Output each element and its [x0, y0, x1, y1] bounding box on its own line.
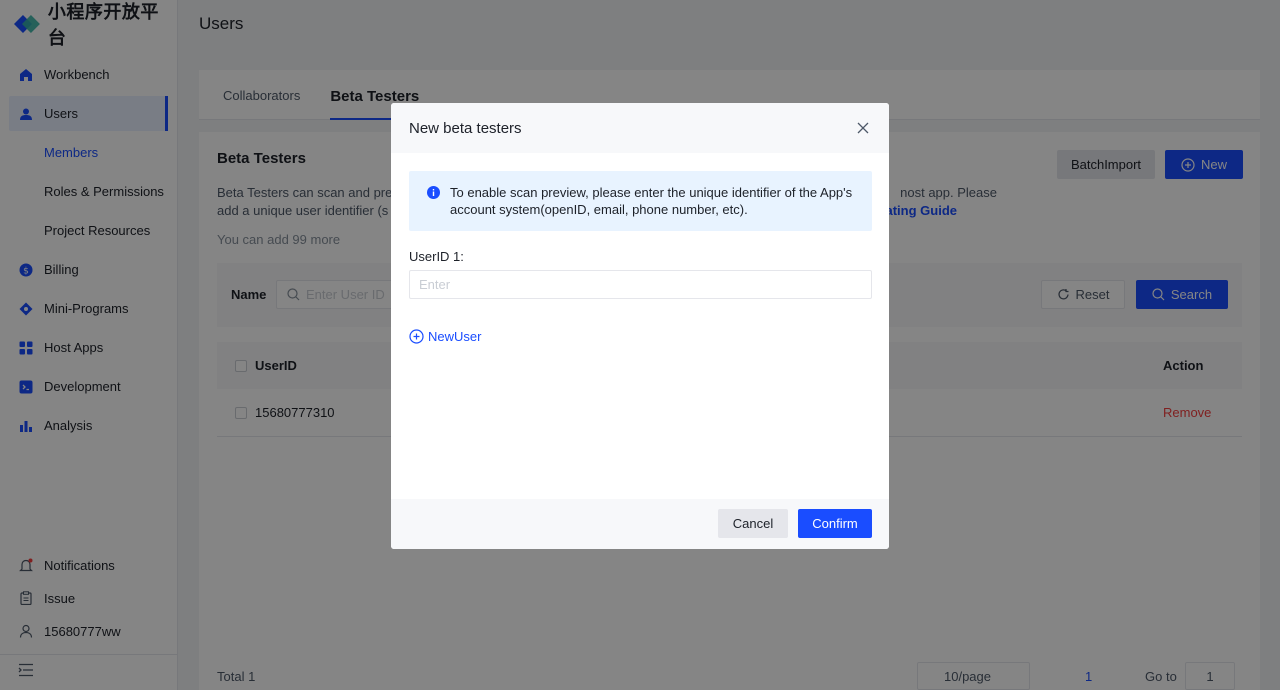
cancel-button[interactable]: Cancel [718, 509, 788, 538]
info-text: To enable scan preview, please enter the… [450, 185, 853, 217]
close-icon[interactable] [855, 120, 871, 136]
plus-circle-icon [409, 329, 424, 344]
dialog-footer: Cancel Confirm [391, 499, 889, 549]
userid-input[interactable] [409, 270, 872, 299]
info-alert: To enable scan preview, please enter the… [409, 171, 872, 231]
confirm-button[interactable]: Confirm [798, 509, 872, 538]
add-new-user-button[interactable]: NewUser [409, 329, 481, 344]
info-icon [427, 186, 440, 203]
dialog-title: New beta testers [391, 103, 889, 153]
userid-field-label: UserID 1: [409, 249, 464, 264]
new-beta-testers-dialog: New beta testers To enable scan preview,… [391, 103, 889, 549]
add-user-label: NewUser [428, 329, 482, 344]
